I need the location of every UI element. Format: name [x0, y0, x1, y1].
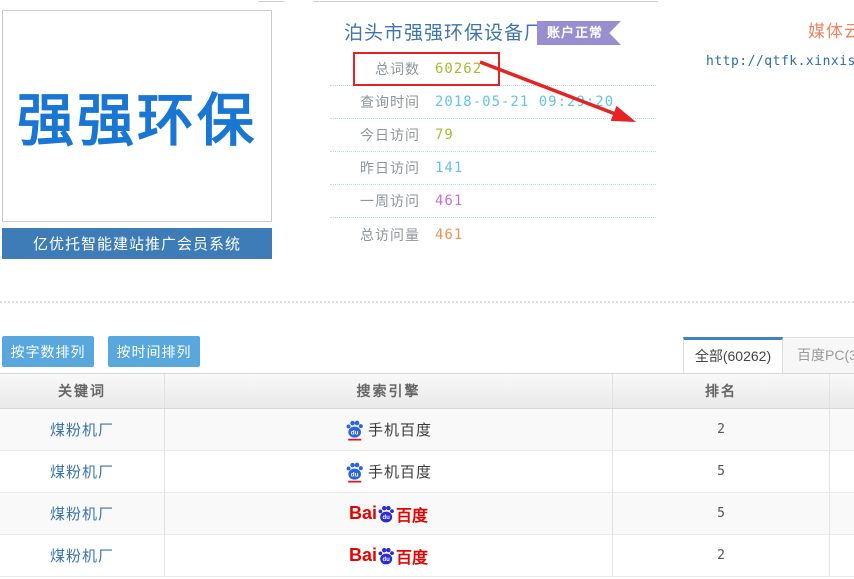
- svg-text:du: du: [351, 429, 359, 436]
- header-keyword: 关键词: [0, 374, 165, 408]
- cutoff-top-line: [313, 1, 658, 2]
- baidu-mobile-icon: du: [345, 461, 364, 483]
- rank-cell: 2: [613, 535, 830, 576]
- header-search-engine: 搜索引擎: [165, 374, 613, 408]
- annotation-arrow: [450, 52, 650, 132]
- table-row[interactable]: 煤粉机厂 Bai du 百度 5: [0, 493, 854, 535]
- stat-label: 昨日访问: [330, 158, 420, 178]
- engine-cell: Bai du 百度: [165, 493, 613, 534]
- stat-row-yesterday-visits: 昨日访问 141: [330, 152, 656, 185]
- account-status-badge: 账户正常: [537, 21, 621, 45]
- stat-label: 今日访问: [330, 125, 420, 145]
- stat-label: 查询时间: [330, 92, 420, 112]
- stat-row-total-visits: 总访问量 461: [330, 218, 656, 251]
- cutoff-top-line: [258, 1, 284, 2]
- baidu-pc-icon: du: [377, 546, 395, 566]
- media-section-label[interactable]: 媒体云: [808, 17, 854, 42]
- header-extra: [830, 374, 854, 408]
- baidu-logo-bai: Bai: [349, 503, 377, 524]
- page: 强强环保 亿优托智能建站推广会员系统 泊头市强强环保设备厂 账户正常 媒体云 h…: [0, 0, 854, 579]
- table-header-row: 关键词 搜索引擎 排名: [0, 373, 854, 409]
- keyword-cell: 煤粉机厂: [0, 409, 165, 450]
- engine-label: 手机百度: [368, 419, 432, 440]
- sort-by-time-button[interactable]: 按时间排列: [108, 336, 200, 367]
- stat-label: 总访问量: [330, 225, 420, 245]
- rank-cell: 5: [613, 493, 830, 534]
- svg-text:du: du: [382, 557, 390, 563]
- stat-value: 461: [435, 193, 463, 209]
- keyword-rank-table: 关键词 搜索引擎 排名 煤粉机厂 du 手机百度 2: [0, 373, 854, 577]
- baidu-logo-bai: Bai: [349, 545, 377, 566]
- rank-cell: 2: [613, 409, 830, 450]
- keyword-cell: 煤粉机厂: [0, 451, 165, 492]
- baidu-pc-icon: du: [377, 504, 395, 524]
- stat-value: 461: [435, 227, 463, 243]
- svg-text:du: du: [382, 515, 390, 521]
- baidu-mobile-icon: du: [345, 419, 364, 441]
- keyword-cell: 煤粉机厂: [0, 493, 165, 534]
- stat-value: 141: [435, 160, 463, 176]
- extra-cell: [830, 535, 854, 576]
- table-row[interactable]: 煤粉机厂 Bai du 百度 2: [0, 535, 854, 577]
- engine-label: 手机百度: [368, 461, 432, 482]
- engine-cell: du 手机百度: [165, 409, 613, 450]
- svg-text:du: du: [351, 471, 359, 478]
- section-divider: [0, 301, 854, 303]
- rank-cell: 5: [613, 451, 830, 492]
- sort-by-words-button[interactable]: 按字数排列: [2, 336, 94, 367]
- stat-label: 一周访问: [330, 191, 420, 211]
- extra-cell: [830, 409, 854, 450]
- baidu-logo-baidu: 百度: [396, 502, 428, 526]
- header-rank: 排名: [613, 374, 830, 408]
- keyword-cell: 煤粉机厂: [0, 535, 165, 576]
- extra-cell: [830, 451, 854, 492]
- company-logo-text: 强强环保: [17, 75, 257, 157]
- engine-cell: Bai du 百度: [165, 535, 613, 576]
- tab-baidu-pc[interactable]: 百度PC(30: [783, 337, 854, 374]
- stat-row-week-visits: 一周访问 461: [330, 185, 656, 218]
- engine-cell: du 手机百度: [165, 451, 613, 492]
- page-title: 泊头市强强环保设备厂: [344, 18, 544, 45]
- table-row[interactable]: 煤粉机厂 du 手机百度 5: [0, 451, 854, 493]
- site-url-link[interactable]: http://qtfk.xinxisea.: [706, 54, 854, 69]
- extra-cell: [830, 493, 854, 534]
- tab-all[interactable]: 全部(60262): [683, 337, 783, 374]
- table-row[interactable]: 煤粉机厂 du 手机百度 2: [0, 409, 854, 451]
- company-logo: 强强环保: [2, 10, 272, 222]
- member-system-banner[interactable]: 亿优托智能建站推广会员系统: [2, 228, 272, 259]
- baidu-logo-baidu: 百度: [396, 544, 428, 568]
